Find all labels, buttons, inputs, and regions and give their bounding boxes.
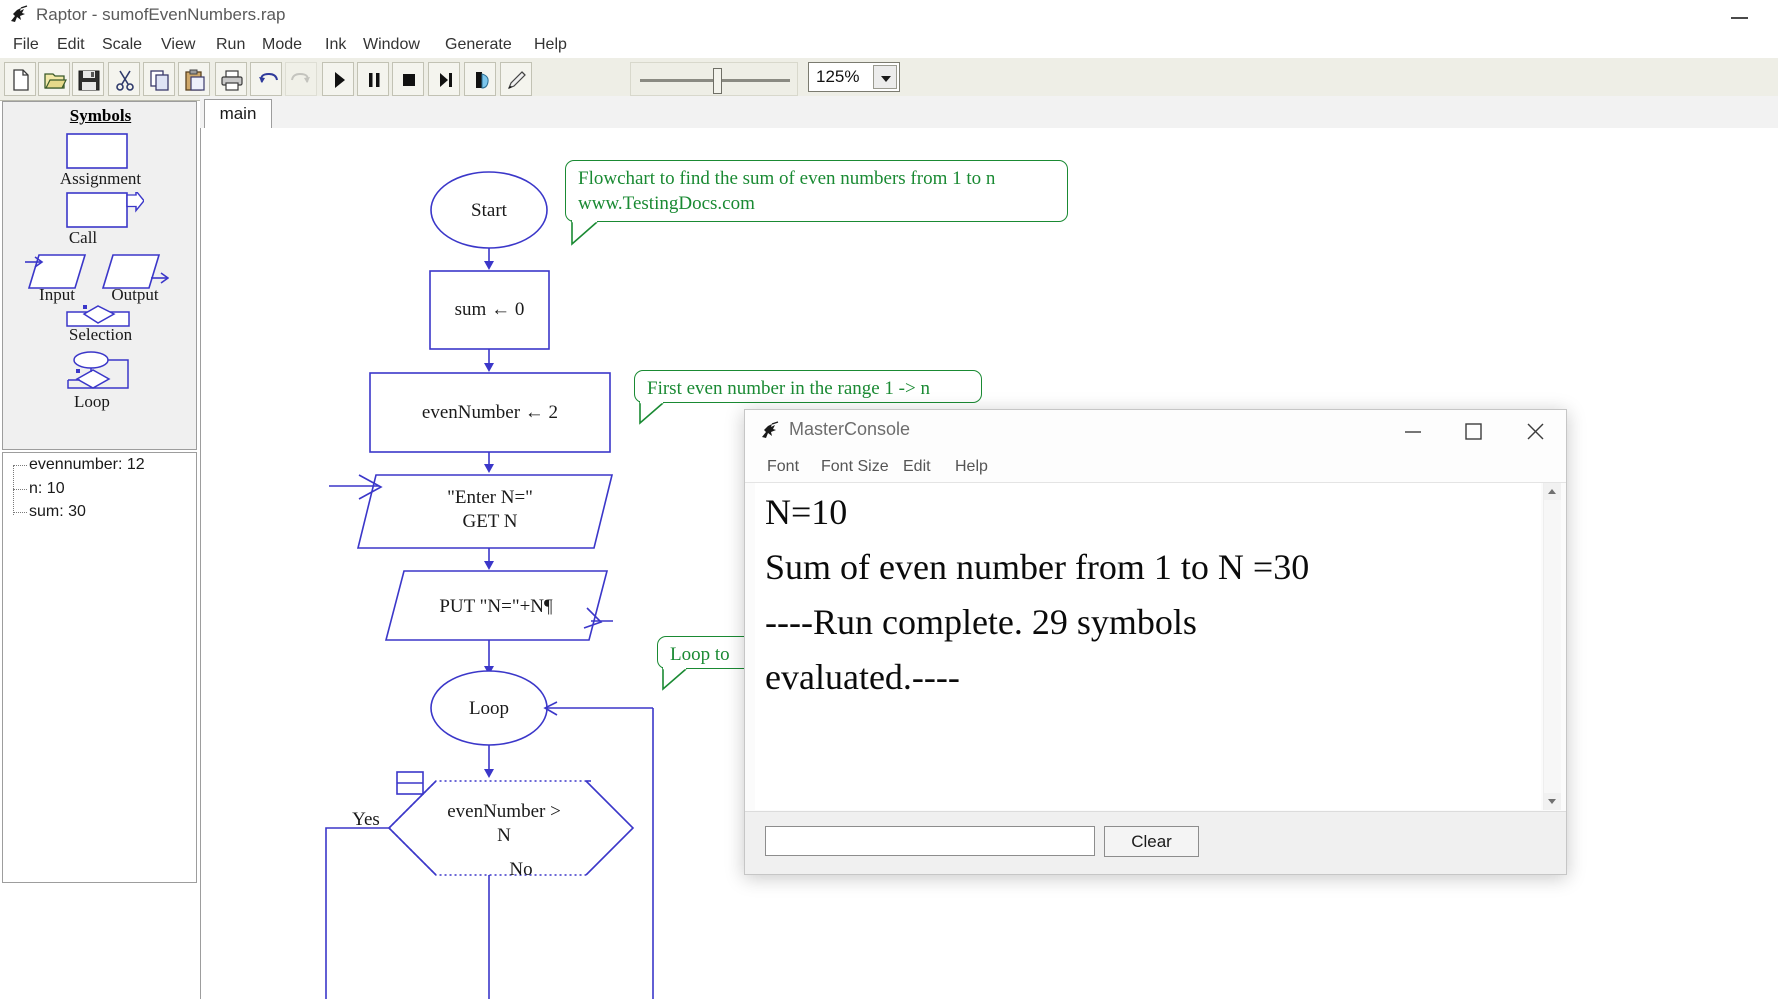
raptor-icon — [759, 420, 781, 442]
console-scrollbar[interactable] — [1543, 483, 1561, 810]
toolbar: 125% — [0, 58, 1778, 101]
paste-button[interactable] — [178, 62, 210, 96]
assignment-rectangle-icon[interactable] — [66, 133, 128, 174]
chevron-down-icon[interactable] — [873, 65, 897, 89]
symbol-label-input: Input — [39, 285, 75, 304]
symbols-panel: Symbols Assignment Call Input Output Sel… — [2, 101, 197, 450]
cut-button[interactable] — [108, 62, 140, 96]
scroll-up-icon[interactable] — [1544, 483, 1561, 500]
console-menu-font-size[interactable]: Font Size — [813, 452, 897, 482]
comment-tail — [571, 220, 598, 246]
console-titlebar: MasterConsole — [745, 410, 1566, 452]
speed-slider-thumb[interactable] — [713, 68, 722, 94]
pause-button[interactable] — [357, 62, 389, 96]
stop-button[interactable] — [392, 62, 424, 96]
symbol-label-loop: Loop — [74, 392, 110, 411]
clear-button[interactable]: Clear — [1104, 826, 1199, 857]
new-file-button[interactable] — [4, 62, 36, 96]
minimize-button[interactable] — [1384, 410, 1442, 452]
raptor-icon — [8, 4, 30, 26]
debug-button[interactable] — [464, 62, 496, 96]
pen-button[interactable] — [500, 62, 532, 96]
tree-tick — [13, 489, 27, 491]
menubar: File Edit Scale View Run Mode Ink Window… — [0, 32, 1778, 59]
maximize-button[interactable] — [1444, 410, 1502, 452]
symbol-label-output: Output — [111, 285, 159, 304]
console-output-line: Sum of even number from 1 to N =30 — [765, 547, 1310, 587]
zoom-value: 125% — [816, 67, 860, 86]
tabstrip: main — [200, 96, 1778, 129]
menu-item-view[interactable]: View — [152, 32, 204, 58]
menu-item-window[interactable]: Window — [354, 32, 429, 58]
variable-row-n[interactable]: n: 10 — [29, 478, 65, 500]
console-input[interactable] — [765, 826, 1095, 856]
tab-main[interactable]: main — [204, 99, 272, 128]
menu-item-mode[interactable]: Mode — [253, 32, 311, 58]
console-menu-edit[interactable]: Edit — [895, 452, 939, 482]
redo-button[interactable] — [285, 62, 317, 96]
console-menubar: Font Font Size Edit Help — [745, 452, 1566, 483]
variable-row-sum[interactable]: sum: 30 — [29, 501, 86, 523]
menu-item-file[interactable]: File — [4, 32, 48, 58]
menu-item-help[interactable]: Help — [525, 32, 576, 58]
menu-item-run[interactable]: Run — [207, 32, 254, 58]
tree-tick — [13, 465, 27, 467]
symbol-label-selection: Selection — [68, 325, 133, 344]
variable-row-evennumber[interactable]: evennumber: 12 — [29, 454, 145, 476]
call-rectangle-icon[interactable] — [66, 188, 145, 233]
comment-title[interactable]: Flowchart to find the sum of even number… — [565, 160, 1068, 222]
scroll-down-icon[interactable] — [1544, 793, 1561, 810]
speed-slider[interactable] — [630, 62, 798, 96]
comment-tail — [639, 401, 664, 425]
console-output-line: evaluated.---- — [765, 657, 960, 697]
console-footer: Clear — [745, 811, 1566, 874]
save-button[interactable] — [72, 62, 104, 96]
step-button[interactable] — [428, 62, 460, 96]
tree-tick — [13, 512, 27, 514]
menu-item-generate[interactable]: Generate — [436, 32, 521, 58]
symbol-label-assignment: Assignment — [59, 169, 142, 188]
console-output[interactable]: N=10 Sum of even number from 1 to N =30 … — [755, 483, 1541, 810]
open-file-button[interactable] — [38, 62, 70, 96]
undo-button[interactable] — [250, 62, 282, 96]
minimize-button[interactable] — [1720, 4, 1760, 28]
menu-item-ink[interactable]: Ink — [316, 32, 355, 58]
symbols-panel-title: Symbols — [69, 106, 132, 125]
console-output-line: ----Run complete. 29 symbols — [765, 602, 1197, 642]
print-button[interactable] — [215, 62, 247, 96]
window-titlebar: Raptor - sumofEvenNumbers.rap — [0, 0, 1778, 33]
menu-item-edit[interactable]: Edit — [48, 32, 94, 58]
variables-panel: evennumber: 12 n: 10 sum: 30 — [2, 452, 197, 883]
console-menu-help[interactable]: Help — [947, 452, 996, 482]
zoom-dropdown[interactable]: 125% — [808, 62, 900, 92]
close-button[interactable] — [1506, 410, 1564, 452]
console-output-line: N=10 — [765, 492, 848, 532]
master-console-window[interactable]: MasterConsole Font Font Size Edit Help N… — [744, 409, 1567, 875]
symbol-label-call: Call — [68, 228, 98, 247]
window-title: Raptor - sumofEvenNumbers.rap — [36, 5, 286, 24]
menu-item-scale[interactable]: Scale — [93, 32, 151, 58]
console-menu-font[interactable]: Font — [759, 452, 807, 482]
comment-tail — [662, 667, 687, 691]
console-title-text: MasterConsole — [789, 419, 911, 439]
run-button[interactable] — [322, 62, 354, 96]
copy-button[interactable] — [143, 62, 175, 96]
comment-first-even[interactable]: First even number in the range 1 -> n — [634, 370, 982, 403]
